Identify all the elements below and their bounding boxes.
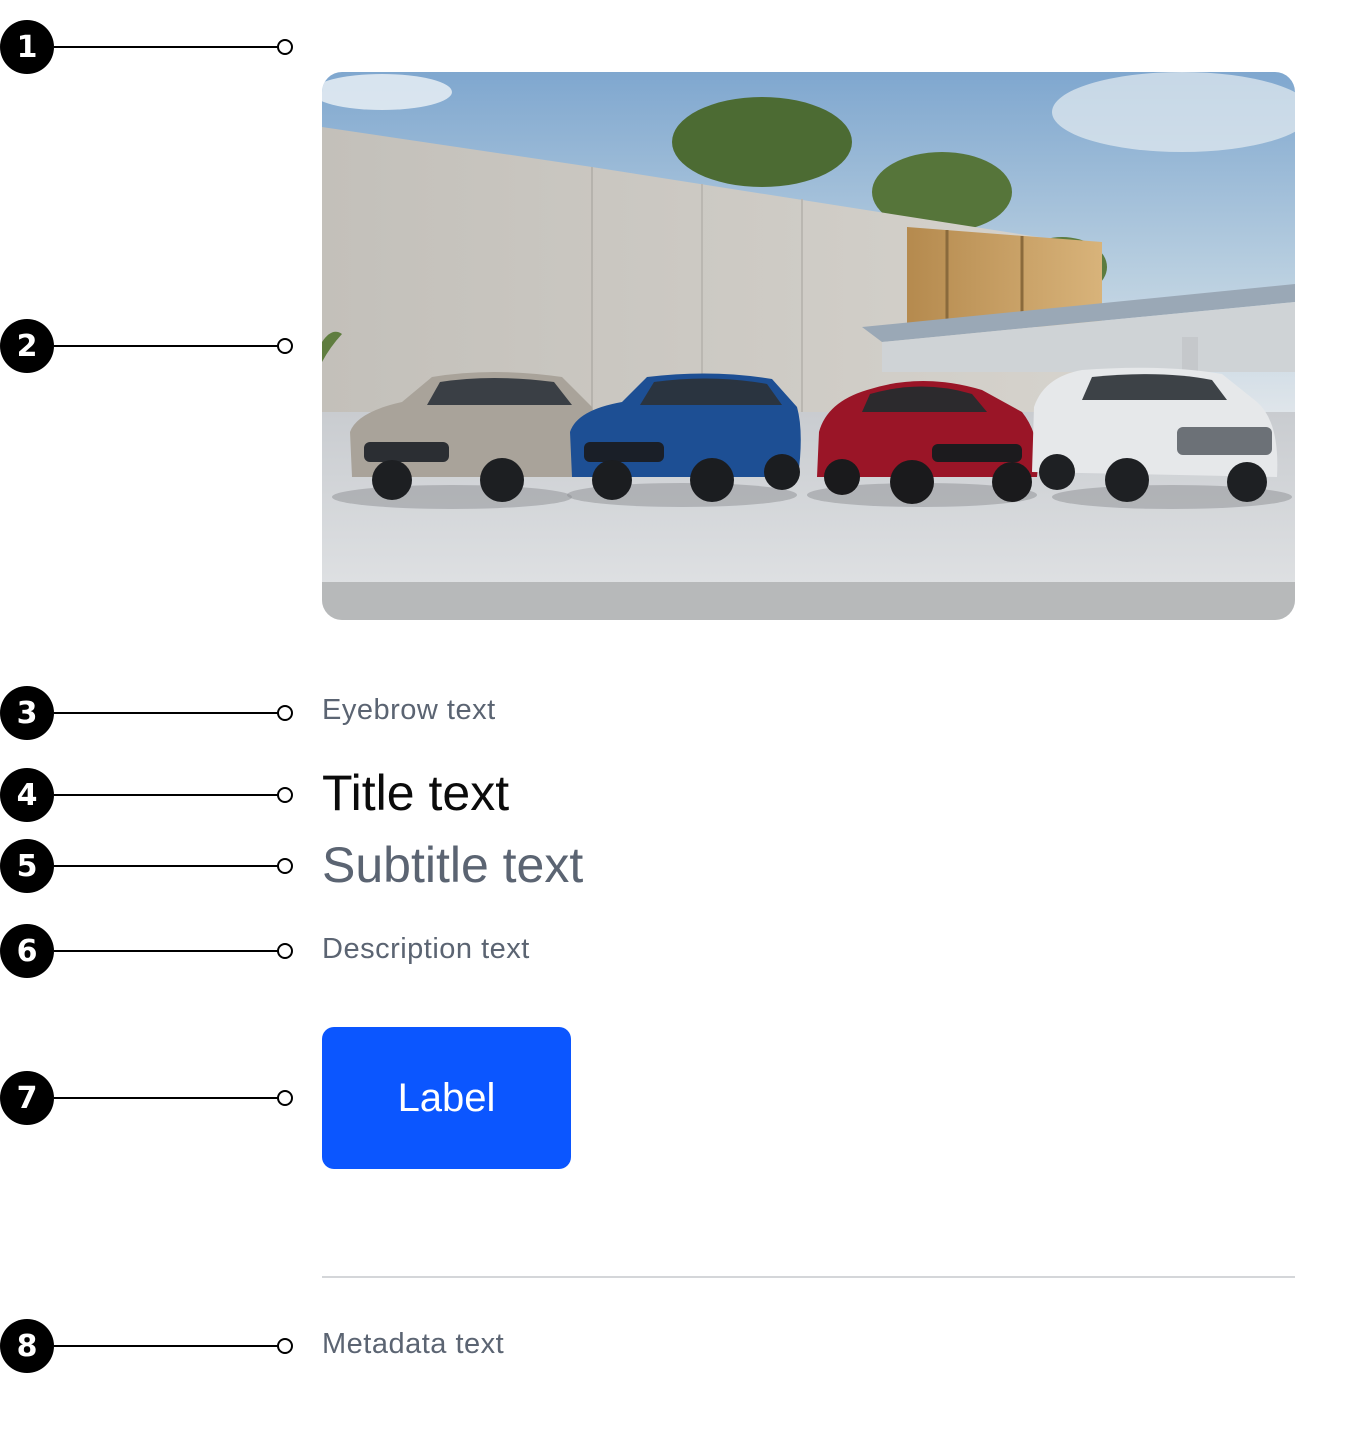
- callout-dot: [277, 858, 293, 874]
- callout-marker-6: 6: [0, 924, 300, 978]
- callout-line: [54, 794, 278, 796]
- callout-number: 1: [0, 20, 54, 74]
- callout-marker-7: 7: [0, 1071, 300, 1125]
- divider: [322, 1276, 1295, 1278]
- eyebrow-text: Eyebrow text: [322, 694, 496, 726]
- callout-number: 5: [0, 839, 54, 893]
- callout-number: 8: [0, 1319, 54, 1373]
- callout-number: 2: [0, 319, 54, 373]
- callout-line: [54, 865, 278, 867]
- card-subtitle: Subtitle text: [322, 837, 584, 893]
- callout-line: [54, 345, 278, 347]
- callout-marker-5: 5: [0, 839, 300, 893]
- card-description: Description text: [322, 933, 530, 965]
- callout-line: [54, 1345, 278, 1347]
- callout-line: [54, 950, 278, 952]
- callout-number: 6: [0, 924, 54, 978]
- callout-line: [54, 1097, 278, 1099]
- primary-button[interactable]: Label: [322, 1027, 571, 1169]
- callout-marker-8: 8: [0, 1319, 300, 1373]
- callout-dot: [277, 705, 293, 721]
- callout-number: 4: [0, 768, 54, 822]
- card-image: [322, 72, 1295, 620]
- callout-dot: [277, 787, 293, 803]
- callout-dot: [277, 1338, 293, 1354]
- callout-line: [54, 712, 278, 714]
- callout-marker-3: 3: [0, 686, 300, 740]
- callout-marker-2: 2: [0, 319, 300, 373]
- callout-line: [54, 46, 278, 48]
- callout-number: 7: [0, 1071, 54, 1125]
- callout-dot: [277, 39, 293, 55]
- callout-number: 3: [0, 686, 54, 740]
- callout-dot: [277, 943, 293, 959]
- callout-marker-1: 1: [0, 20, 300, 74]
- card-title: Title text: [322, 765, 510, 821]
- callout-dot: [277, 338, 293, 354]
- callout-dot: [277, 1090, 293, 1106]
- metadata-text: Metadata text: [322, 1328, 505, 1360]
- callout-marker-4: 4: [0, 768, 300, 822]
- primary-button-label: Label: [397, 1075, 496, 1120]
